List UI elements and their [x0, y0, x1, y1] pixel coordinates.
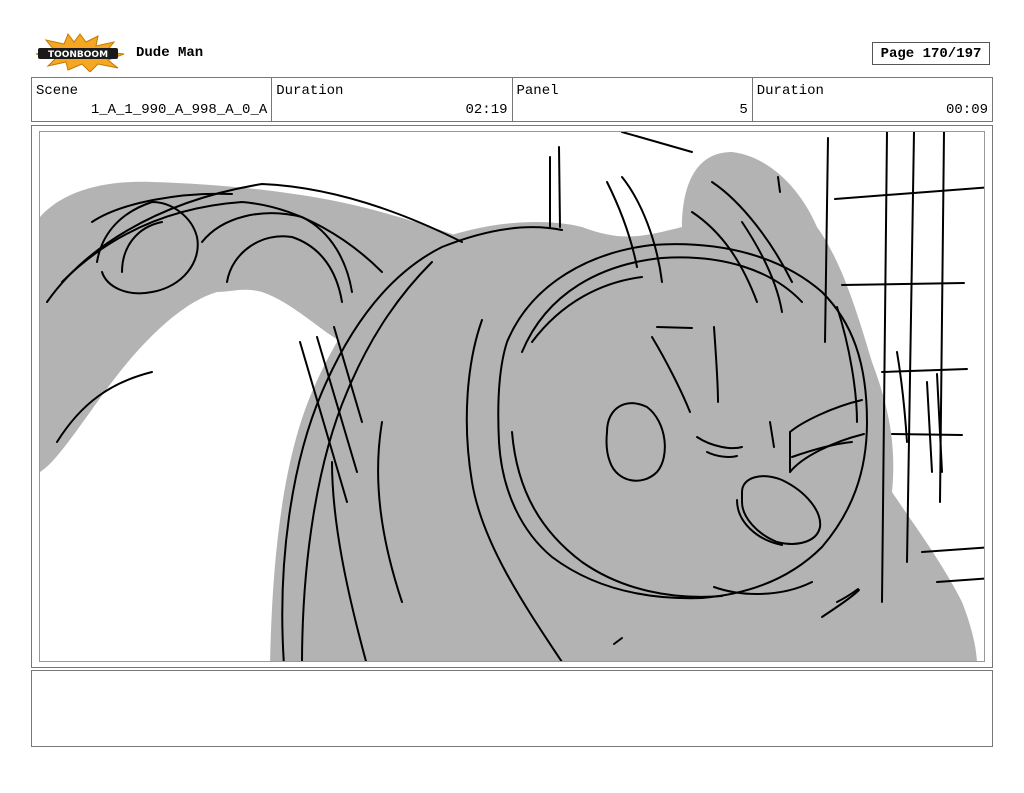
- project-title: Dude Man: [136, 45, 204, 61]
- panel-duration-label: Duration: [756, 83, 824, 99]
- storyboard-panel: [31, 125, 993, 668]
- panel-cell: Panel 5: [513, 78, 753, 121]
- scene-cell: Scene 1_A_1_990_A_998_A_0_A: [32, 78, 273, 121]
- scene-duration-cell: Duration 02:19: [272, 78, 513, 121]
- scene-label: Scene: [36, 83, 79, 99]
- panel-label: Panel: [516, 83, 559, 99]
- panel-value: 5: [739, 102, 748, 118]
- scene-duration-value: 02:19: [465, 102, 508, 118]
- info-row: Scene 1_A_1_990_A_998_A_0_A Duration 02:…: [31, 77, 993, 122]
- toonboom-logo: TOONBOOM: [34, 32, 126, 73]
- scene-value: 1_A_1_990_A_998_A_0_A: [90, 102, 268, 118]
- notes-box: [31, 670, 993, 747]
- panel-duration-value: 00:09: [945, 102, 988, 118]
- panel-duration-cell: Duration 00:09: [753, 78, 992, 121]
- sketch-drawing: [40, 132, 984, 661]
- panel-drawing-area: [39, 131, 985, 662]
- logo-text: TOONBOOM: [48, 50, 108, 60]
- scene-duration-label: Duration: [276, 83, 344, 99]
- page-indicator: Page 170/197: [872, 42, 990, 65]
